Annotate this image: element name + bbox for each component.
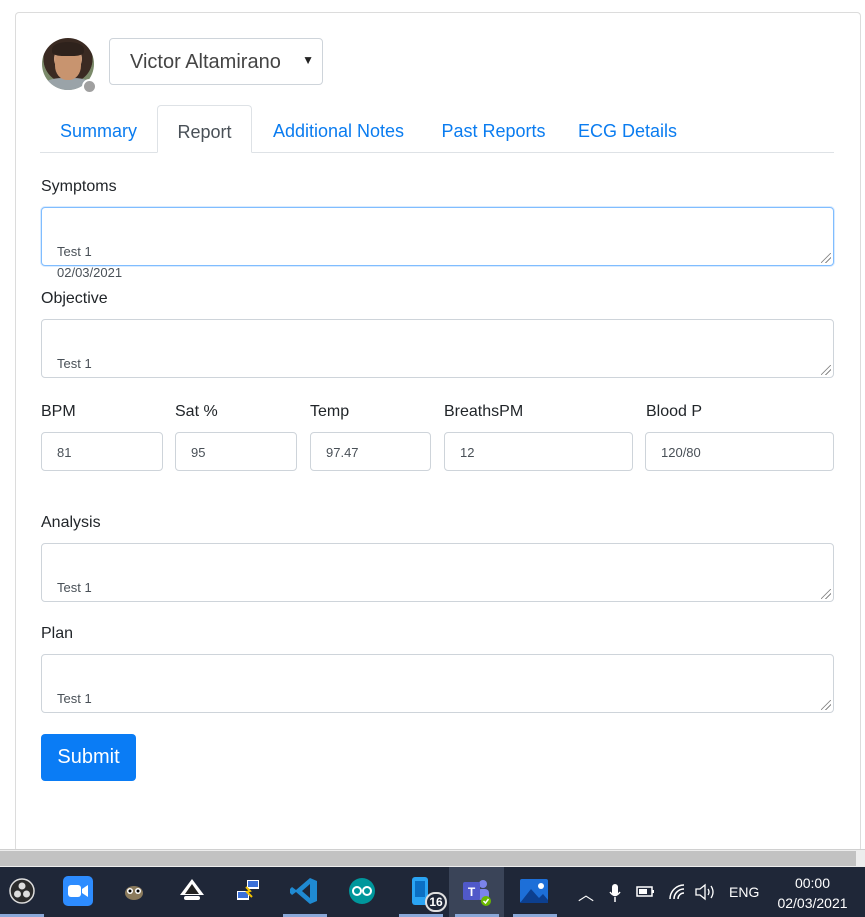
patient-select[interactable]: Victor Altamirano ▼ bbox=[109, 38, 323, 85]
chevron-down-icon: ▼ bbox=[302, 53, 314, 67]
symptoms-label: Symptoms bbox=[41, 178, 117, 195]
volume-icon[interactable] bbox=[694, 883, 716, 905]
analysis-value: Test 1 bbox=[57, 580, 92, 595]
network-tool-icon[interactable] bbox=[233, 876, 263, 906]
blood-pressure-label: Blood P bbox=[646, 403, 703, 420]
blood-pressure-input[interactable]: 120/80 bbox=[645, 432, 834, 471]
analysis-label: Analysis bbox=[41, 514, 101, 531]
arduino-icon[interactable] bbox=[347, 876, 377, 906]
resize-handle-icon[interactable] bbox=[821, 700, 831, 710]
plan-label: Plan bbox=[41, 625, 74, 642]
objective-value: Test 1 bbox=[57, 356, 92, 371]
tab-additional-notes[interactable]: Additional Notes bbox=[256, 105, 421, 153]
inkscape-icon[interactable] bbox=[177, 876, 207, 906]
resize-handle-icon[interactable] bbox=[821, 253, 831, 263]
clock-time: 00:00 bbox=[794, 875, 831, 891]
breaths-input[interactable]: 12 bbox=[444, 432, 633, 471]
wifi-icon[interactable] bbox=[668, 883, 686, 905]
resize-handle-icon[interactable] bbox=[821, 589, 831, 599]
notification-badge: 16 bbox=[425, 892, 447, 912]
breaths-label: BreathsPM bbox=[444, 403, 524, 420]
tab-report[interactable]: Report bbox=[157, 105, 252, 153]
language-indicator[interactable]: ENG bbox=[729, 884, 759, 900]
objective-label: Objective bbox=[41, 290, 108, 307]
submit-button[interactable]: Submit bbox=[41, 734, 136, 781]
chevron-up-icon[interactable]: ︿ bbox=[578, 881, 594, 905]
report-tabs: Summary Report Additional Notes Past Rep… bbox=[40, 105, 834, 153]
sat-input[interactable]: 95 bbox=[175, 432, 297, 471]
analysis-textarea[interactable]: Test 1 bbox=[41, 543, 834, 602]
microphone-icon[interactable] bbox=[608, 883, 622, 907]
symptoms-textarea[interactable]: Test 1 02/03/2021 bbox=[41, 207, 834, 280]
clock[interactable]: 00:00 02/03/2021 bbox=[770, 873, 855, 913]
sat-label: Sat % bbox=[175, 403, 218, 420]
svg-text:T: T bbox=[468, 885, 476, 899]
bpm-input[interactable]: 81 bbox=[41, 432, 163, 471]
tab-past-reports[interactable]: Past Reports bbox=[430, 105, 557, 153]
battery-icon[interactable] bbox=[636, 883, 656, 903]
photos-icon[interactable] bbox=[519, 876, 549, 906]
resize-handle-icon[interactable] bbox=[821, 365, 831, 375]
plan-value: Test 1 bbox=[57, 691, 92, 706]
temp-label: Temp bbox=[310, 403, 350, 420]
horizontal-scrollbar[interactable] bbox=[0, 849, 865, 867]
tab-summary[interactable]: Summary bbox=[40, 105, 157, 153]
objective-textarea[interactable]: Test 1 bbox=[41, 319, 834, 378]
zoom-icon[interactable] bbox=[63, 876, 93, 906]
gimp-icon[interactable] bbox=[119, 876, 149, 906]
symptoms-value: Test 1 02/03/2021 bbox=[57, 244, 123, 280]
clock-date: 02/03/2021 bbox=[777, 895, 848, 911]
patient-name: Victor Altamirano bbox=[130, 51, 281, 73]
teams-icon[interactable]: T bbox=[461, 876, 491, 906]
vscode-icon[interactable] bbox=[289, 876, 319, 906]
status-indicator bbox=[82, 79, 97, 94]
temp-input[interactable]: 97.47 bbox=[310, 432, 431, 471]
obs-icon[interactable] bbox=[7, 876, 37, 906]
tab-ecg-details[interactable]: ECG Details bbox=[572, 105, 683, 153]
scrollbar-thumb[interactable] bbox=[0, 851, 856, 866]
plan-textarea[interactable]: Test 1 bbox=[41, 654, 834, 713]
bpm-label: BPM bbox=[41, 403, 76, 420]
